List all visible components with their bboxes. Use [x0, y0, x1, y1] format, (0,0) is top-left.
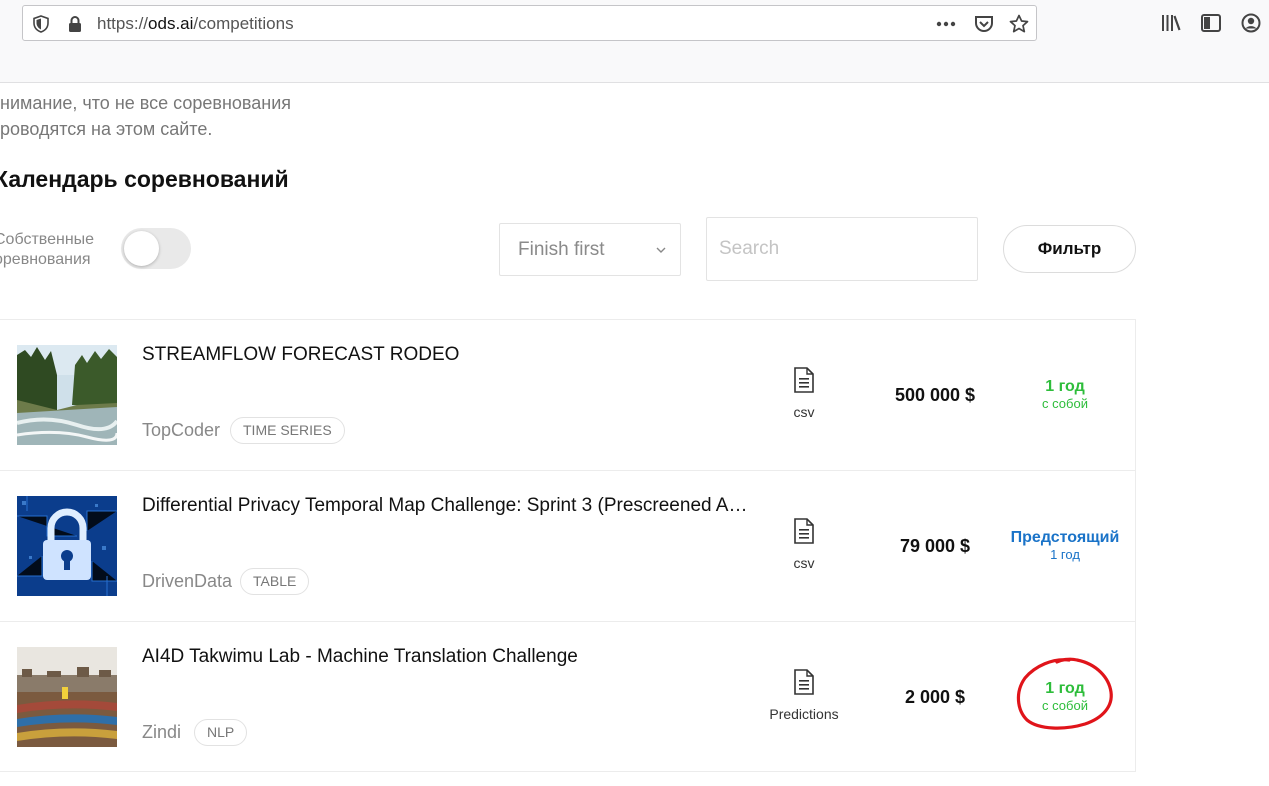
prize-amount: 2 000 $: [904, 687, 966, 707]
intro-line: роводятся на этом сайте.: [0, 119, 213, 139]
search-input[interactable]: [706, 217, 978, 281]
status-line: 1 год: [1045, 378, 1085, 395]
status-subline: с собой: [1042, 396, 1088, 411]
competition-row[interactable]: Differential Privacy Temporal Map Challe…: [0, 471, 1135, 622]
competition-image: [17, 345, 117, 445]
address-bar[interactable]: https://ods.ai/competitions: [22, 5, 1037, 41]
competition-organizer: Zindi: [142, 722, 182, 742]
document-icon: [793, 518, 815, 544]
status-subline: 1 год: [1050, 547, 1080, 562]
own-label-line: оревнования: [0, 251, 91, 268]
status-badge: 1 год с собой: [990, 377, 1140, 411]
competition-title[interactable]: STREAMFLOW FORECAST RODEO: [142, 344, 459, 366]
url-text[interactable]: https://ods.ai/competitions: [97, 14, 294, 34]
page-content: нимание, что не все соревнования роводят…: [0, 84, 1269, 786]
sort-select[interactable]: Finish first: [499, 223, 681, 276]
section-title: Календарь соревнований: [0, 166, 289, 192]
competition-row[interactable]: STREAMFLOW FORECAST RODEO TopCoder TIME …: [0, 320, 1135, 471]
competition-list: STREAMFLOW FORECAST RODEO TopCoder TIME …: [0, 319, 1136, 772]
file-type-label: csv: [793, 555, 815, 571]
bookmark-star-icon[interactable]: [1009, 14, 1029, 34]
competition-organizer: TopCoder: [142, 420, 221, 440]
status-badge: 1 год с собой: [990, 679, 1140, 713]
competition-image: [17, 496, 117, 596]
pocket-icon[interactable]: [974, 14, 994, 34]
status-line: Предстоящий: [1010, 529, 1120, 546]
competition-tag[interactable]: TIME SERIES: [230, 417, 345, 444]
competition-row[interactable]: AI4D Takwimu Lab - Machine Translation C…: [0, 622, 1135, 772]
file-type-label: Predictions: [769, 706, 839, 722]
browser-toolbar: https://ods.ai/competitions: [0, 0, 1269, 83]
prize-amount: 79 000 $: [899, 536, 971, 556]
document-icon: [793, 669, 815, 695]
competition-title[interactable]: AI4D Takwimu Lab - Machine Translation C…: [142, 646, 578, 668]
chevron-down-icon: [654, 243, 668, 257]
lock-icon[interactable]: [65, 14, 85, 34]
competition-title[interactable]: Differential Privacy Temporal Map Challe…: [142, 495, 752, 517]
shield-icon[interactable]: [31, 14, 51, 34]
competition-organizer: DrivenData: [142, 571, 233, 591]
own-competitions-toggle[interactable]: [121, 228, 191, 269]
filter-button[interactable]: Фильтр: [1003, 225, 1136, 273]
own-label-line: Собственные: [0, 231, 95, 248]
status-badge: Предстоящий 1 год: [990, 528, 1140, 562]
competition-tag[interactable]: TABLE: [240, 568, 310, 595]
prize-amount: 500 000 $: [894, 385, 976, 405]
sort-select-value: Finish first: [518, 239, 605, 260]
sidebar-icon[interactable]: [1200, 12, 1222, 34]
competition-tag[interactable]: NLP: [194, 719, 248, 746]
toggle-knob: [124, 231, 159, 266]
competition-image: [17, 647, 117, 747]
status-line: 1 год: [1045, 680, 1085, 697]
status-subline: с собой: [1042, 698, 1088, 713]
library-icon[interactable]: [1160, 12, 1182, 34]
document-icon: [793, 367, 815, 393]
more-icon[interactable]: [936, 14, 956, 34]
own-competitions-label: Собственные оревнования: [0, 230, 94, 270]
file-type-label: csv: [793, 404, 815, 420]
account-icon[interactable]: [1240, 12, 1262, 34]
intro-text: нимание, что не все соревнования роводят…: [0, 90, 380, 142]
intro-line: нимание, что не все соревнования: [0, 93, 292, 113]
